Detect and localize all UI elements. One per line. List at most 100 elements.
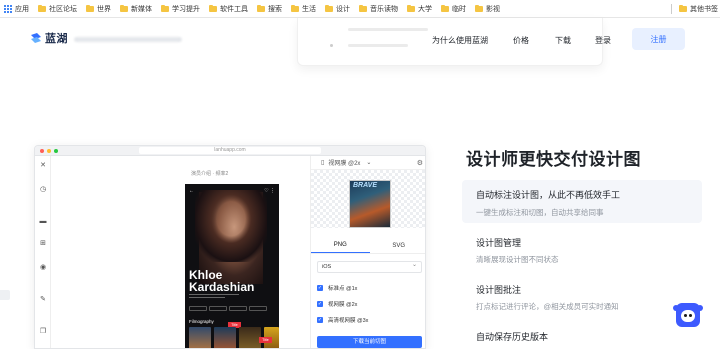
folder-icon	[38, 4, 46, 12]
nav-pricing[interactable]: 价格	[513, 35, 529, 46]
bookmark-folder[interactable]: 影视	[475, 4, 500, 14]
bookmarks-bar: 应用 社区论坛 世界 新媒体 学习提升 软件工具 搜索 生活 设计 音乐读物 大…	[0, 0, 720, 18]
bookmark-folder[interactable]: 新媒体	[120, 4, 152, 14]
chat-bot-button[interactable]	[673, 303, 703, 327]
mockup-toolbar: ✕ ◷ ▬ ⊞ ◉ ✎ ❐	[35, 156, 51, 348]
logo[interactable]: 蓝湖	[30, 30, 68, 46]
phone-subtitle-placeholder	[189, 294, 249, 298]
chevron-down-icon: ⌄	[366, 160, 372, 166]
bookmark-label: 搜索	[268, 5, 282, 13]
poster	[239, 327, 261, 348]
checkbox-3x[interactable]: ✓ 高清视网膜 @3x	[317, 316, 368, 324]
bookmark-label: 临时	[452, 5, 466, 13]
check-icon: ✓	[317, 301, 323, 307]
filmography-label: Filmography	[189, 319, 214, 324]
bookmark-folder[interactable]: 社区论坛	[38, 4, 77, 14]
eye-icon: ◉	[39, 264, 47, 271]
comment-icon: ▬	[39, 218, 47, 225]
phone-title: Khloe Kardashian	[189, 269, 254, 293]
checkbox-label: 标准点 @1x	[328, 286, 358, 292]
bookmark-folder[interactable]: 世界	[86, 4, 111, 14]
layers-icon: ❐	[39, 328, 47, 335]
poster	[214, 327, 236, 348]
gear-icon[interactable]: ⚙	[417, 159, 423, 167]
folder-icon	[679, 5, 687, 12]
feature-heading[interactable]: 自动标注设计图，从此不再低效手工	[476, 188, 620, 201]
side-float-tab[interactable]	[0, 290, 10, 300]
bookmark-label: 学习提升	[172, 5, 200, 13]
export-panel: ▯ 视网膜 @2x ⌄ ⚙ BRAVE PNG SVG iOS ✓ 标准点 @1x…	[310, 156, 426, 348]
nav-why-lanhu[interactable]: 为什么使用蓝湖	[432, 35, 488, 46]
download-slices-button[interactable]: 下载当前切图	[317, 336, 422, 348]
bookmark-label: 软件工具	[220, 5, 248, 13]
feature-desc: 一键生成标注和切图，自动共享给同事	[476, 208, 604, 217]
folder-icon	[209, 4, 217, 12]
folder-icon	[475, 4, 483, 12]
phone-icon: ▯	[321, 160, 325, 166]
bookmark-label: 影视	[486, 5, 500, 13]
folder-icon	[120, 4, 128, 12]
checkbox-label: 视网膜 @2x	[328, 302, 358, 308]
back-arrow-icon: ←	[189, 188, 194, 194]
bookmark-folder[interactable]: 软件工具	[209, 4, 248, 14]
bookmark-label: 社区论坛	[49, 5, 77, 13]
close-icon: ✕	[40, 162, 46, 169]
os-select[interactable]: iOS	[317, 260, 422, 273]
bot-eye	[684, 314, 687, 317]
bookmark-folder[interactable]: 大学	[407, 4, 432, 14]
bookmark-folder[interactable]: 学习提升	[161, 4, 200, 14]
add-icon: ⊞	[40, 240, 46, 247]
scale-selector[interactable]: 视网膜 @2x	[328, 158, 360, 167]
folder-icon	[407, 4, 415, 12]
tab-png[interactable]: PNG	[311, 238, 370, 254]
mockup-window-bar: lanhuapp.com	[35, 146, 425, 156]
mockup-breadcrumb: 演员介绍 · 频率2	[191, 171, 229, 177]
bookmark-folder[interactable]: 设计	[325, 4, 350, 14]
feature-desc: 清晰展现设计图不同状态	[476, 255, 559, 264]
phone-title-line2: Kardashian	[189, 280, 255, 294]
brush-icon: ✎	[40, 296, 46, 303]
folder-icon	[161, 4, 169, 12]
ghost-line	[348, 28, 428, 31]
bookmark-other[interactable]: 其他书签	[679, 0, 718, 18]
feature-heading[interactable]: 设计图管理	[476, 236, 521, 249]
feature-desc: 打点标记进行评论，@相关成员可实时通知	[476, 302, 619, 311]
bookmark-apps[interactable]: 应用	[4, 4, 29, 14]
bookmark-folder[interactable]: 搜索	[257, 4, 282, 14]
bot-eye	[689, 314, 692, 317]
thumbnail-title: BRAVE	[353, 182, 377, 189]
checkbox-1x[interactable]: ✓ 标准点 @1x	[317, 284, 357, 292]
mockup-canvas: 演员介绍 · 频率2 ← ♡ ⋮ Khloe Kardashian Filmog…	[51, 156, 310, 348]
ghost-dot	[330, 44, 333, 47]
bookmark-separator	[671, 4, 672, 14]
divider	[311, 253, 425, 254]
logo-text: 蓝湖	[45, 33, 68, 45]
bookmark-label: 音乐读物	[370, 5, 398, 13]
folder-icon	[257, 4, 265, 12]
bookmark-folder[interactable]: 生活	[291, 4, 316, 14]
folder-icon	[325, 4, 333, 12]
checkbox-label: 高清视网膜 @3x	[328, 318, 369, 324]
nav-login[interactable]: 登录	[595, 35, 611, 46]
apps-grid-icon	[4, 4, 12, 13]
check-icon: ✓	[317, 285, 323, 291]
mockup-url: lanhuapp.com	[139, 147, 321, 154]
lanhu-logo-icon	[30, 32, 42, 44]
features-title: 设计师更快交付设计图	[466, 150, 641, 169]
share-icon: ♡ ⋮	[264, 188, 275, 194]
feature-heading[interactable]: 自动保存历史版本	[476, 330, 548, 343]
window-close-dot	[40, 149, 44, 153]
folder-icon	[441, 4, 449, 12]
feature-heading[interactable]: 设计图批注	[476, 283, 521, 296]
signup-button[interactable]: 注册	[632, 28, 685, 50]
folder-icon	[291, 4, 299, 12]
tab-svg[interactable]: SVG	[370, 238, 426, 254]
bookmark-folder[interactable]: 音乐读物	[359, 4, 398, 14]
redline-tag: Title	[259, 337, 272, 343]
checkbox-2x[interactable]: ✓ 视网膜 @2x	[317, 300, 357, 308]
poster	[189, 327, 211, 348]
photo-shade	[195, 190, 267, 262]
nav-download[interactable]: 下载	[555, 35, 571, 46]
bookmark-folder[interactable]: 临时	[441, 4, 466, 14]
folder-icon	[86, 4, 94, 12]
